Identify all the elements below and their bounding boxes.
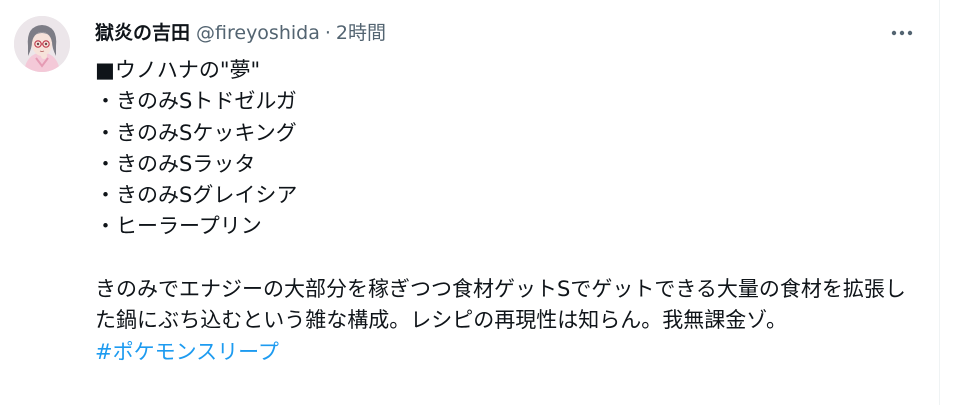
tweet-text: ■ウノハナの"夢" ・きのみSトドゼルガ ・きのみSケッキング ・きのみSラッタ… [95,55,925,368]
tweet-header: 獄炎の吉田 @fireyoshida · 2時間 [95,18,386,48]
tweet-paragraph: きのみでエナジーの大部分を稼ぎつつ食材ゲットSでゲットできる大量の食材を拡張した… [95,277,906,333]
hashtag-link[interactable]: #ポケモンスリープ [95,340,279,364]
tweet-line: ・きのみSラッタ [95,151,256,176]
more-horizontal-icon [891,30,913,36]
tweet[interactable]: 獄炎の吉田 @fireyoshida · 2時間 ■ウノハナの"夢" ・きのみS… [0,0,940,405]
tweet-line: ■ウノハナの"夢" [95,58,261,82]
display-name[interactable]: 獄炎の吉田 [95,18,190,48]
timestamp[interactable]: 2時間 [336,18,386,48]
more-options-button[interactable] [882,20,922,46]
avatar-image [14,16,70,72]
tweet-line: ・きのみSグレイシア [95,183,298,208]
tweet-line: ・きのみSケッキング [95,120,297,145]
user-handle[interactable]: @fireyoshida [196,18,320,48]
tweet-line: ・きのみSトドゼルガ [95,89,297,114]
tweet-line: ・ヒーラープリン [95,214,262,239]
avatar[interactable] [14,16,70,72]
separator-dot: · [324,22,331,44]
